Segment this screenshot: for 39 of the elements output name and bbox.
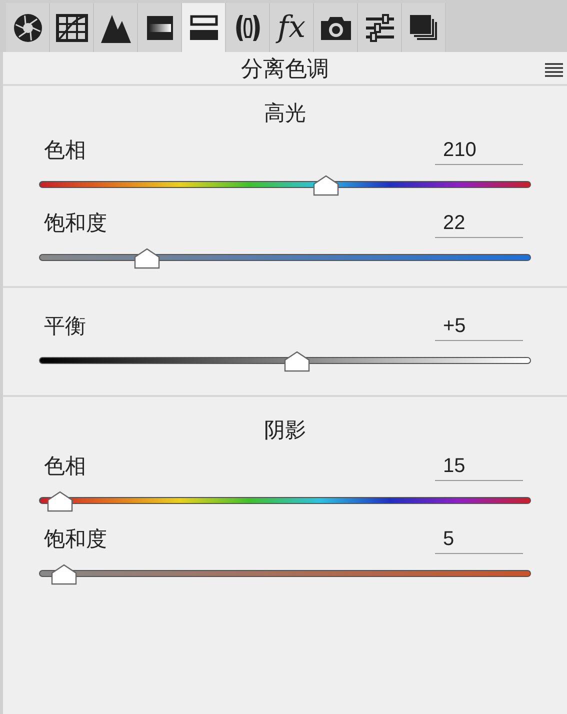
value-field[interactable]: 15	[435, 456, 523, 481]
panel-tab[interactable]	[50, 3, 94, 52]
panel-tab[interactable]	[402, 3, 446, 52]
camera-icon	[320, 14, 352, 40]
slider-label: 饱和度	[44, 529, 107, 553]
lens-icon	[234, 14, 262, 42]
panel-tab[interactable]	[6, 3, 50, 52]
panel-tab[interactable]	[314, 3, 358, 52]
panel-tab[interactable]: fx	[270, 3, 314, 52]
fx-label: fx	[277, 12, 306, 42]
sliders-icon	[366, 14, 394, 42]
value-field[interactable]: 5	[435, 529, 523, 554]
slider-thumb[interactable]	[46, 491, 73, 512]
slider-label: 平衡	[44, 316, 86, 340]
slider-thumb[interactable]	[134, 248, 160, 268]
slider-thumb[interactable]	[50, 564, 77, 585]
value-field[interactable]: +5	[435, 316, 523, 340]
value-field[interactable]: 210	[435, 140, 523, 164]
panel-tab[interactable]	[226, 3, 270, 52]
panel-tab[interactable]	[138, 3, 182, 52]
slider-label: 色相	[44, 140, 86, 164]
curve-grid-icon	[56, 14, 88, 42]
mountains-icon	[100, 12, 130, 42]
panel-tab[interactable]	[94, 3, 138, 52]
section-heading: 高光	[263, 101, 307, 127]
slider-label: 饱和度	[44, 212, 107, 236]
split-icon	[190, 14, 218, 40]
slider-thumb[interactable]	[312, 174, 339, 196]
slider-label: 色相	[44, 456, 86, 480]
layers-icon	[408, 14, 438, 42]
slider-thumb[interactable]	[284, 350, 310, 372]
panel-tab[interactable]	[182, 3, 226, 52]
value-field[interactable]: 22	[435, 212, 523, 238]
section-heading: 阴影	[263, 418, 307, 444]
menu-icon[interactable]	[545, 63, 563, 77]
panel-tab[interactable]	[358, 3, 402, 52]
aperture-icon	[12, 12, 42, 42]
panel-title: 分离色调	[241, 54, 329, 82]
gradient-icon	[146, 14, 174, 40]
